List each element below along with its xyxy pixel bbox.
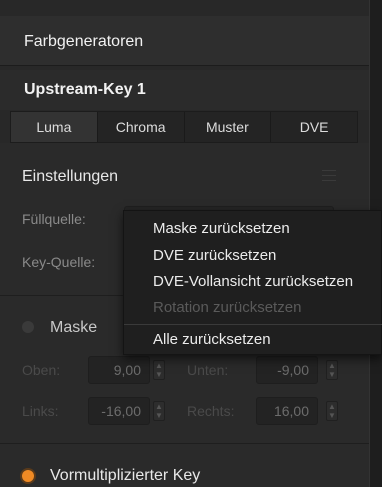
menu-separator (124, 324, 382, 325)
section-divider (0, 443, 369, 444)
color-generators-title: Farbgeneratoren (24, 33, 144, 50)
mask-left-input[interactable]: -16,00 (88, 397, 150, 425)
tab-pattern[interactable]: Muster (185, 112, 272, 142)
reset-context-menu: Maske zurücksetzen DVE zurücksetzen DVE-… (123, 210, 382, 355)
menu-item-reset-mask[interactable]: Maske zurücksetzen (153, 220, 290, 237)
premultiplied-key-toggle[interactable] (22, 470, 34, 482)
upstream-key-header[interactable]: Upstream-Key 1 (0, 70, 369, 110)
tab-luma[interactable]: Luma (11, 112, 98, 142)
mask-bottom-input[interactable]: -9,00 (256, 356, 318, 384)
mask-left-label: Links: (22, 403, 59, 419)
menu-item-reset-all[interactable]: Alle zurücksetzen (153, 331, 271, 348)
menu-item-reset-dve-full[interactable]: DVE-Vollansicht zurücksetzen (153, 273, 353, 290)
fill-source-label: Füllquelle: (22, 211, 86, 227)
mask-bottom-label: Unten: (187, 362, 229, 378)
tab-dve[interactable]: DVE (271, 112, 357, 142)
mask-top-stepper[interactable]: ▲ ▼ (153, 360, 165, 380)
key-source-label: Key-Quelle: (22, 254, 96, 270)
mask-top-label: Oben: (22, 362, 61, 378)
mask-label: Maske (50, 319, 98, 336)
menu-item-reset-dve[interactable]: DVE zurücksetzen (153, 247, 276, 264)
premultiplied-key-label: Vormultiplizierter Key (50, 467, 201, 484)
key-type-tabs: Luma Chroma Muster DVE (10, 111, 358, 143)
upstream-key-title: Upstream-Key 1 (24, 81, 146, 98)
color-generators-header[interactable]: Farbgeneratoren (0, 16, 369, 66)
menu-item-reset-rotation: Rotation zurücksetzen (153, 299, 302, 316)
mask-left-stepper[interactable]: ▲ ▼ (153, 401, 165, 421)
mask-toggle[interactable] (22, 321, 34, 333)
tab-chroma[interactable]: Chroma (98, 112, 185, 142)
mask-right-label: Rechts: (187, 403, 235, 419)
settings-section-title: Einstellungen (22, 168, 119, 185)
hamburger-icon[interactable] (322, 170, 336, 181)
mask-right-input[interactable]: 16,00 (256, 397, 318, 425)
mask-top-input[interactable]: 9,00 (88, 356, 150, 384)
mask-right-stepper[interactable]: ▲ ▼ (326, 401, 338, 421)
mask-bottom-stepper[interactable]: ▲ ▼ (326, 360, 338, 380)
